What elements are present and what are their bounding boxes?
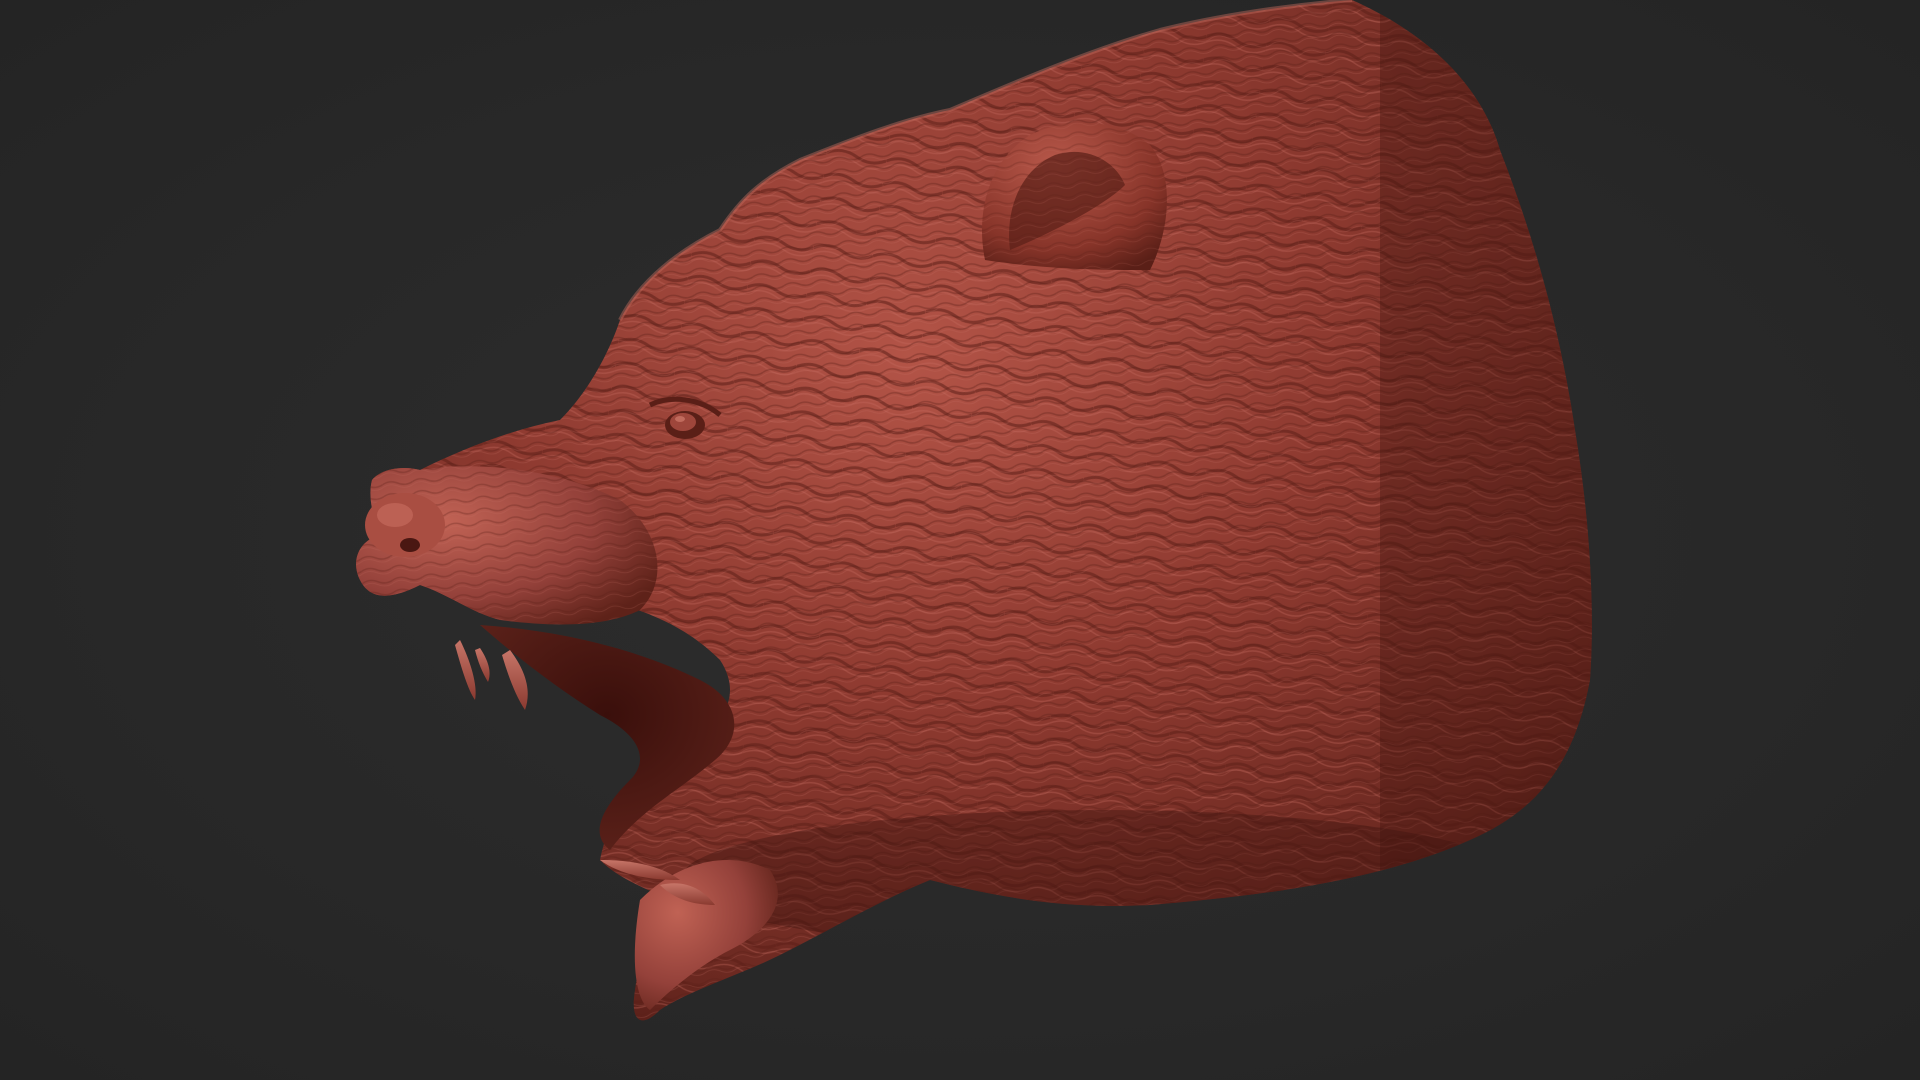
bear-head: [356, 0, 1592, 1021]
nose: [365, 493, 445, 557]
viewport: [0, 0, 1920, 1080]
bear-head-sculpt: [356, 0, 1592, 1021]
